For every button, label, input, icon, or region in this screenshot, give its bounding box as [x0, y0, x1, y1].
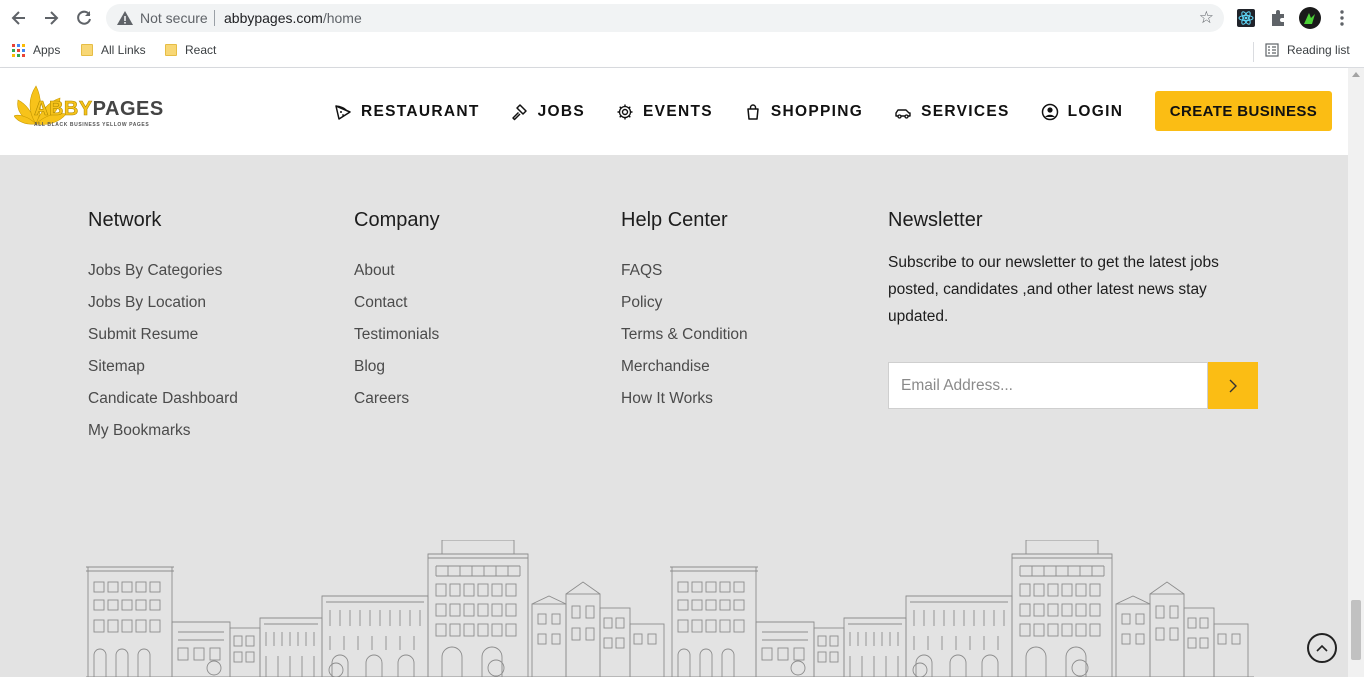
security-label: Not secure — [140, 10, 208, 26]
footer-company-column: Company About Contact Testimonials Blog … — [354, 208, 440, 415]
footer-link[interactable]: How It Works — [621, 383, 748, 415]
create-business-button[interactable]: CREATE BUSINESS — [1155, 91, 1332, 131]
folder-icon — [81, 44, 93, 56]
footer-help-column: Help Center FAQS Policy Terms & Conditio… — [621, 208, 748, 415]
nav-restaurant[interactable]: RESTAURANT — [334, 103, 480, 121]
url-text: abbypages.com/home — [224, 10, 362, 26]
profile-avatar[interactable] — [1299, 7, 1321, 29]
shopping-bag-icon — [747, 104, 759, 120]
footer-link[interactable]: Careers — [354, 383, 440, 415]
footer-link[interactable]: My Bookmarks — [88, 415, 238, 447]
footer-network-column: Network Jobs By Categories Jobs By Locat… — [88, 208, 238, 447]
reading-list-label: Reading list — [1287, 43, 1350, 57]
nav-login[interactable]: LOGIN — [1041, 103, 1124, 121]
footer-link[interactable]: Sitemap — [88, 351, 238, 383]
back-arrow-icon[interactable] — [9, 8, 29, 28]
newsletter-submit-button[interactable] — [1208, 362, 1258, 409]
nav-label: RESTAURANT — [361, 103, 480, 120]
logo-abby: ABBY — [34, 98, 93, 121]
chevron-right-icon — [1229, 379, 1237, 392]
email-field[interactable] — [888, 362, 1208, 409]
back-to-top-button[interactable] — [1307, 633, 1337, 663]
footer-newsletter-title: Newsletter — [888, 209, 983, 231]
footer-link[interactable]: Testimonials — [354, 319, 440, 351]
chevron-up-icon — [1316, 644, 1328, 652]
nav-label: JOBS — [537, 103, 586, 120]
nav-label: LOGIN — [1067, 103, 1124, 120]
bookmark-label: Apps — [33, 43, 61, 57]
nav-jobs[interactable]: JOBS — [511, 103, 585, 121]
apps-grid-icon — [12, 43, 25, 57]
scroll-thumb[interactable] — [1351, 600, 1361, 660]
reading-list-icon — [1265, 43, 1279, 57]
react-devtools-icon[interactable] — [1236, 8, 1256, 28]
abbypages-logo[interactable]: ABBYPAGES ALL BLACK BUSINESS YELLOW PAGE… — [14, 84, 163, 138]
footer-help-title: Help Center — [621, 209, 728, 231]
url-domain: abbypages.com — [224, 10, 323, 26]
bookmark-all-links[interactable]: All Links — [81, 43, 146, 57]
footer-newsletter-column: Newsletter Subscribe to our newsletter t… — [888, 208, 1238, 330]
folder-icon — [165, 44, 177, 56]
footer-network-title: Network — [88, 209, 162, 231]
hammer-icon — [511, 104, 527, 121]
footer-help-links: FAQS Policy Terms & Condition Merchandis… — [621, 255, 748, 415]
footer-link[interactable]: Merchandise — [621, 351, 748, 383]
pizza-slice-icon — [335, 105, 351, 120]
reading-list-button[interactable]: Reading list — [1265, 43, 1350, 57]
reload-icon[interactable] — [74, 8, 94, 28]
bookmark-apps[interactable]: Apps — [12, 43, 60, 57]
logo-pages: PAGES — [92, 98, 164, 120]
forward-arrow-icon[interactable] — [41, 8, 61, 28]
site-footer: Network Jobs By Categories Jobs By Locat… — [0, 155, 1348, 677]
logo-tagline: ALL BLACK BUSINESS YELLOW PAGES — [34, 122, 150, 128]
nav-events[interactable]: EVENTS — [616, 103, 713, 121]
gear-icon — [617, 104, 633, 120]
footer-link[interactable]: Jobs By Categories — [88, 255, 238, 287]
footer-link[interactable]: Candicate Dashboard — [88, 383, 238, 415]
footer-company-title: Company — [354, 209, 440, 231]
footer-link[interactable]: Blog — [354, 351, 440, 383]
car-icon — [895, 109, 911, 119]
footer-link[interactable]: About — [354, 255, 440, 287]
footer-link[interactable]: Jobs By Location — [88, 287, 238, 319]
site-header: ABBYPAGES ALL BLACK BUSINESS YELLOW PAGE… — [0, 68, 1348, 155]
footer-link[interactable]: Policy — [621, 287, 748, 319]
newsletter-description: Subscribe to our newsletter to get the l… — [888, 254, 1219, 325]
bookmarks-divider — [1253, 42, 1254, 62]
scroll-up-arrow-icon[interactable] — [1352, 72, 1360, 77]
bookmark-star-icon[interactable]: ☆ — [1199, 8, 1214, 28]
nav-services[interactable]: SERVICES — [894, 103, 1010, 121]
kebab-menu-icon[interactable] — [1332, 8, 1352, 28]
user-circle-icon — [1041, 103, 1058, 121]
newsletter-form — [888, 362, 1258, 409]
bookmarks-bar: Apps All Links React Reading list — [0, 36, 1364, 68]
nav-label: SERVICES — [921, 103, 1010, 120]
footer-company-links: About Contact Testimonials Blog Careers — [354, 255, 440, 415]
bookmark-label: All Links — [101, 43, 146, 57]
footer-link[interactable]: Terms & Condition — [621, 319, 748, 351]
logo-wordmark: ABBYPAGES — [34, 98, 164, 121]
bookmark-react[interactable]: React — [165, 43, 216, 57]
main-nav: RESTAURANT JOBS EVENTS SHOPPING SERVICES… — [334, 103, 1154, 121]
footer-link[interactable]: FAQS — [621, 255, 748, 287]
address-divider — [214, 10, 215, 26]
nav-label: EVENTS — [643, 103, 713, 120]
url-path: /home — [322, 10, 362, 26]
extensions-puzzle-icon[interactable] — [1268, 8, 1288, 28]
page-scrollbar[interactable] — [1348, 68, 1364, 677]
footer-link[interactable]: Contact — [354, 287, 440, 319]
city-skyline-illustration — [86, 540, 1255, 677]
nav-shopping[interactable]: SHOPPING — [744, 103, 863, 121]
footer-link[interactable]: Submit Resume — [88, 319, 238, 351]
browser-toolbar: Not secure abbypages.com/home ☆ — [0, 0, 1364, 36]
footer-network-links: Jobs By Categories Jobs By Location Subm… — [88, 255, 238, 447]
address-bar[interactable]: Not secure abbypages.com/home ☆ — [106, 4, 1224, 32]
nav-label: SHOPPING — [770, 103, 864, 120]
warning-icon — [117, 11, 133, 25]
bookmark-label: React — [185, 43, 217, 57]
